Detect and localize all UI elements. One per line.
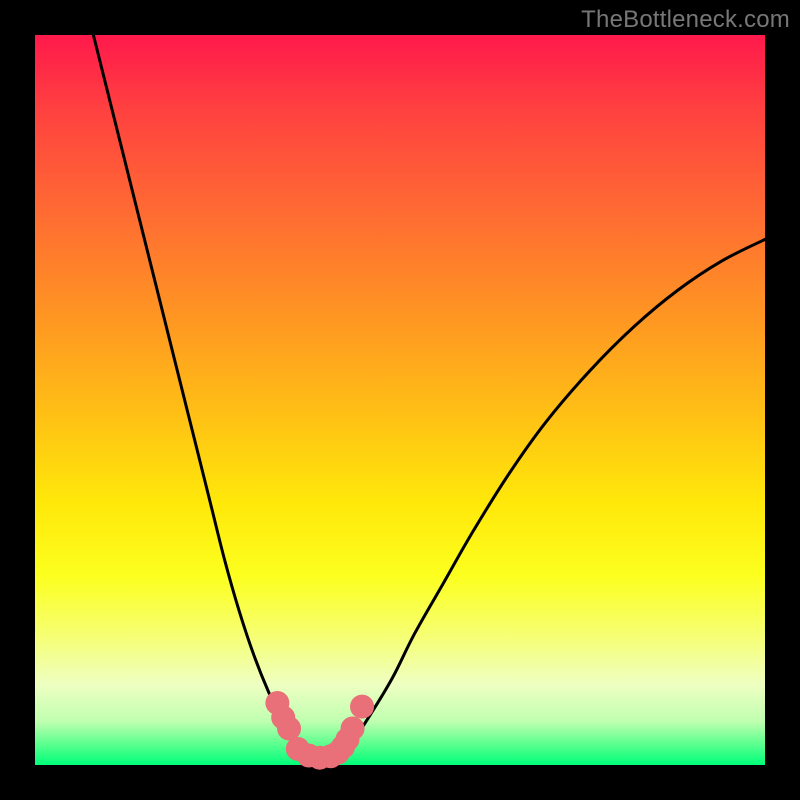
watermark-text: TheBottleneck.com xyxy=(581,6,790,34)
chart-svg xyxy=(35,35,765,765)
marker-layer xyxy=(265,691,374,770)
curve-layer xyxy=(93,35,765,759)
valley-marker xyxy=(341,717,365,741)
bottleneck-curve xyxy=(93,35,765,759)
valley-marker xyxy=(277,717,301,741)
chart-frame: TheBottleneck.com xyxy=(0,0,800,800)
plot-area xyxy=(35,35,765,765)
valley-marker xyxy=(350,695,374,719)
